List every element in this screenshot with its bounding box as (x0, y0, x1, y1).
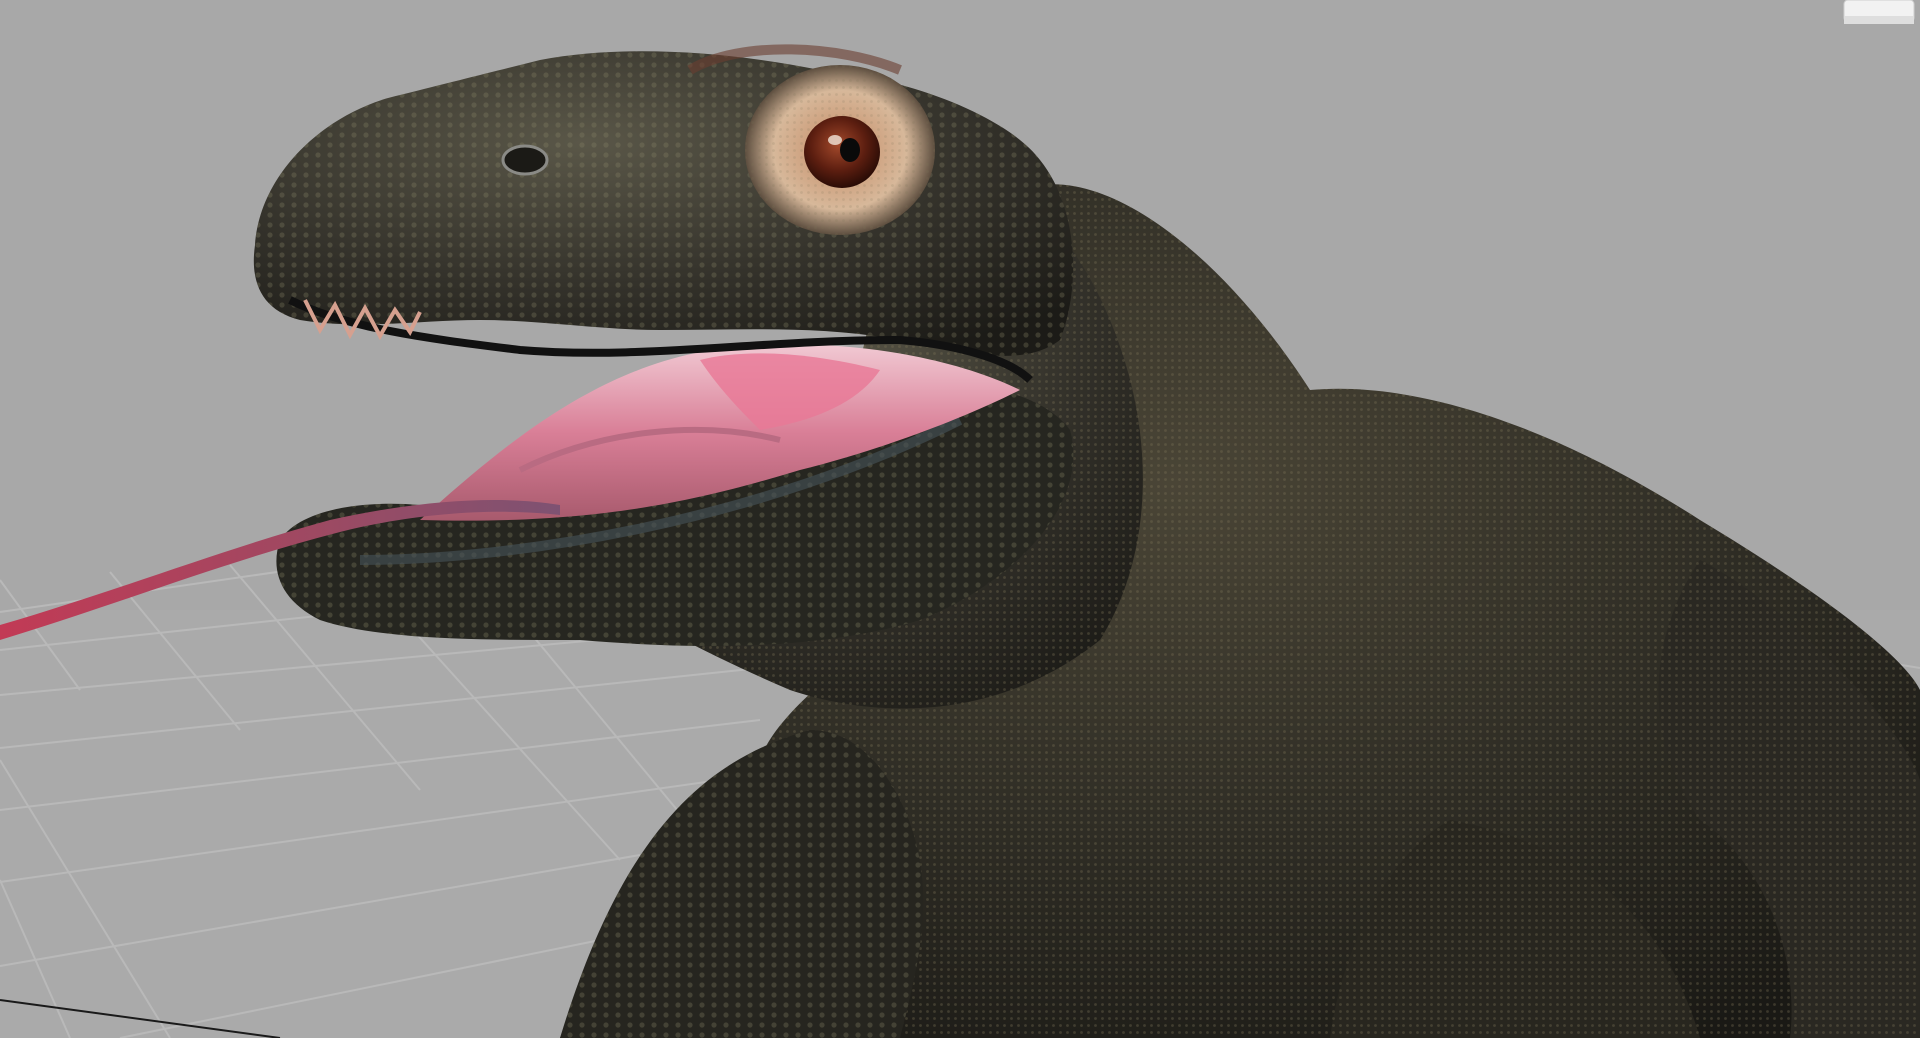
view-cube-icon[interactable] (1838, 0, 1920, 26)
view-cube[interactable] (1838, 0, 1920, 26)
viewport-scene (0, 0, 1920, 1038)
3d-viewport[interactable] (0, 0, 1920, 1038)
dragon-nostril (501, 144, 549, 176)
